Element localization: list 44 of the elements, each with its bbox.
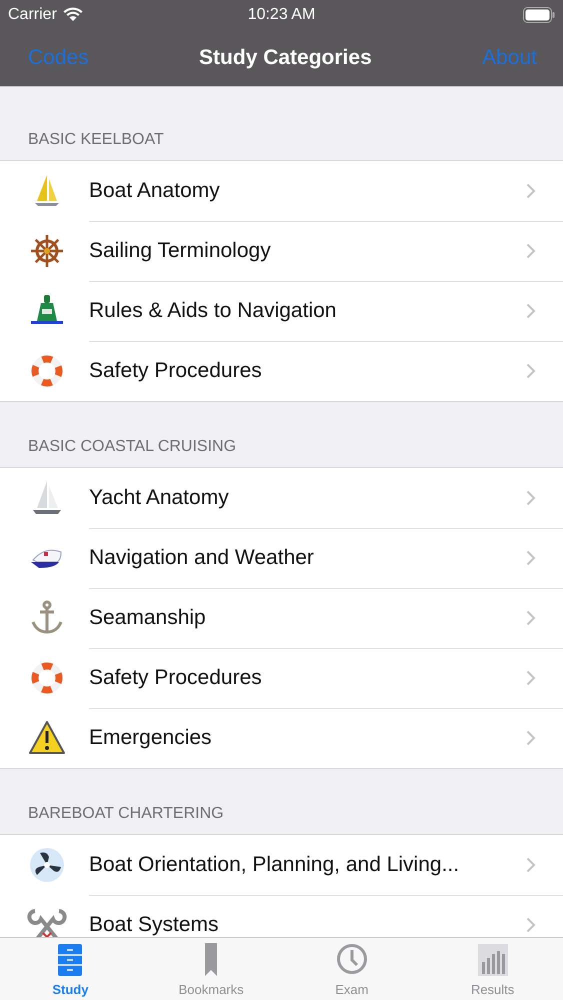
row-label: Yacht Anatomy (89, 486, 229, 510)
row-label: Seamanship (89, 606, 206, 630)
list-row[interactable]: Sailing Terminology (0, 221, 563, 281)
chevron-icon (526, 856, 536, 872)
row-label: Safety Procedures (89, 359, 262, 383)
chevron-icon (526, 182, 536, 198)
wifi-icon (62, 7, 83, 22)
chevron-icon (526, 670, 536, 686)
battery-icon (522, 6, 555, 22)
row-label: Boat Anatomy (89, 178, 220, 202)
section-header: BASIC KEELBOAT (27, 130, 165, 150)
section-header: BASIC COASTAL CRUISING (27, 437, 238, 457)
list-row[interactable]: Yacht Anatomy (0, 468, 563, 528)
chevron-icon (526, 550, 536, 566)
row-label: Rules & Aids to Navigation (89, 298, 336, 322)
chevron-icon (526, 610, 536, 626)
carrier-label: Carrier (8, 6, 57, 24)
row-label: Boat Systems (89, 913, 219, 937)
bar-chart-icon (478, 942, 508, 978)
list-row[interactable]: Safety Procedures (0, 341, 563, 401)
row-label: Navigation and Weather (89, 546, 314, 570)
chevron-icon (526, 363, 536, 379)
list-row[interactable]: Safety Procedures (0, 648, 563, 708)
screen-title: Study Categories (199, 46, 372, 70)
list-row[interactable]: Boat Systems (0, 895, 563, 937)
clock-time: 10:23 AM (248, 6, 316, 24)
section-header: BAREBOAT CHARTERING (27, 804, 225, 824)
chevron-icon (526, 490, 536, 506)
list-row[interactable]: Boat Orientation, Planning, and Living... (0, 835, 563, 895)
row-label: Boat Orientation, Planning, and Living... (89, 852, 460, 876)
chevron-icon (526, 730, 536, 746)
row-label: Sailing Terminology (89, 238, 271, 262)
propeller-icon (27, 845, 67, 885)
tab-item[interactable]: Study (0, 938, 141, 1000)
chevron-icon (526, 917, 536, 933)
list-row[interactable]: Boat Anatomy (0, 161, 563, 221)
list-row[interactable]: Rules & Aids to Navigation (0, 281, 563, 341)
chevron-icon (526, 242, 536, 258)
row-label: Emergencies (89, 726, 212, 750)
list-row[interactable]: Seamanship (0, 588, 563, 648)
list-row[interactable]: Emergencies (0, 708, 563, 768)
row-label: Safety Procedures (89, 666, 262, 690)
list-row[interactable]: Navigation and Weather (0, 528, 563, 588)
chevron-icon (526, 302, 536, 318)
